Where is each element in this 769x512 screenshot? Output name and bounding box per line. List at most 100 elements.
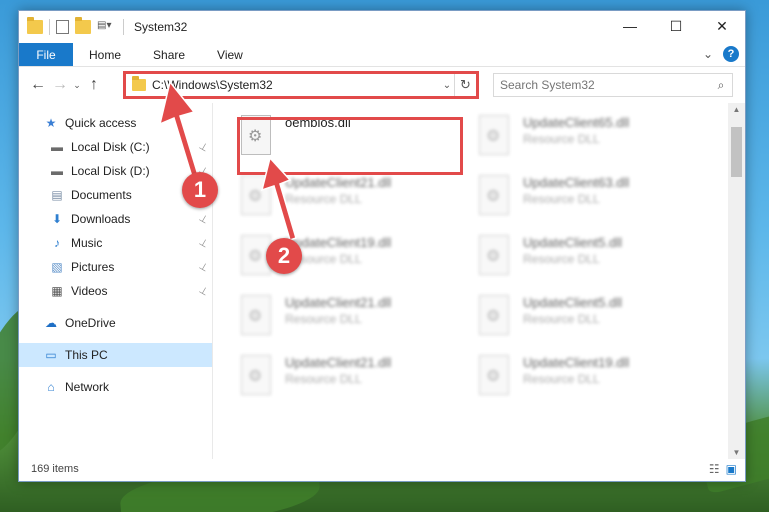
file-type: Resource DLL xyxy=(523,372,600,386)
sidebar-item-downloads[interactable]: ⬇ Downloads ⊥ xyxy=(19,207,212,231)
search-box[interactable]: ⌕ xyxy=(493,73,733,97)
dll-file-icon xyxy=(241,295,271,335)
tab-view[interactable]: View xyxy=(201,43,259,66)
sidebar-item-label: Videos xyxy=(71,284,108,298)
star-icon: ★ xyxy=(45,116,57,130)
customize-toolbar-icon[interactable]: ▤▾ xyxy=(97,20,117,34)
onedrive-icon: ☁ xyxy=(45,316,57,330)
close-button[interactable]: ✕ xyxy=(699,11,745,41)
sidebar-item-this-pc[interactable]: ▭ This PC xyxy=(19,343,212,367)
scroll-up-icon[interactable]: ▲ xyxy=(728,105,745,114)
network-icon: ⌂ xyxy=(47,380,55,394)
pin-icon[interactable]: ⊥ xyxy=(197,236,210,250)
sidebar-item-quick-access[interactable]: ★ Quick access xyxy=(19,111,212,135)
back-button[interactable]: ← xyxy=(27,76,49,94)
sidebar-item-music[interactable]: ♪ Music ⊥ xyxy=(19,231,212,255)
sidebar-item-network[interactable]: ⌂ Network xyxy=(19,375,212,399)
tab-share[interactable]: Share xyxy=(137,43,201,66)
sidebar-item-label: Local Disk (C:) xyxy=(71,140,150,154)
window-title: System32 xyxy=(134,20,188,34)
quick-access-toolbar: ▤▾ xyxy=(19,17,124,35)
search-icon[interactable]: ⌕ xyxy=(710,78,732,93)
file-item[interactable]: UpdateClient65.dll Resource DLL xyxy=(475,109,713,169)
sidebar-item-label: Local Disk (D:) xyxy=(71,164,150,178)
help-icon[interactable]: ? xyxy=(723,46,739,62)
file-text: UpdateClient21.dll Resource DLL xyxy=(285,175,391,206)
file-name: UpdateClient63.dll xyxy=(523,175,630,190)
window-controls: — ☐ ✕ xyxy=(607,11,745,41)
step-badge-1: 1 xyxy=(182,172,218,208)
file-item[interactable]: UpdateClient21.dll Resource DLL xyxy=(237,169,475,229)
file-name: UpdateClient21.dll xyxy=(285,175,392,190)
dll-file-icon xyxy=(479,175,509,215)
file-item[interactable]: UpdateClient19.dll Resource DLL xyxy=(475,349,713,409)
navigation-bar: ← → ⌄ ↑ C:\Windows\System32 ⌄ ↻ ⌕ xyxy=(19,67,745,103)
file-type: Resource DLL xyxy=(285,312,362,326)
sidebar-item-local-disk-d[interactable]: ▬ Local Disk (D:) ⊥ xyxy=(19,159,212,183)
forward-button[interactable]: → xyxy=(49,76,71,94)
this-pc-icon: ▭ xyxy=(45,348,57,362)
file-name: UpdateClient21.dll xyxy=(285,355,392,370)
tab-home[interactable]: Home xyxy=(73,43,137,66)
drive-icon: ▬ xyxy=(51,140,63,154)
pin-icon[interactable]: ⊥ xyxy=(197,284,210,298)
file-type: Resource DLL xyxy=(523,132,600,146)
title-bar: ▤▾ System32 — ☐ ✕ xyxy=(19,11,745,43)
maximize-button[interactable]: ☐ xyxy=(653,11,699,41)
divider xyxy=(123,19,124,35)
file-item[interactable]: UpdateClient5.dll Resource DLL xyxy=(475,229,713,289)
file-text: UpdateClient63.dll Resource DLL xyxy=(523,175,629,206)
item-count: 169 items xyxy=(31,463,79,475)
navigation-pane: ★ Quick access ▬ Local Disk (C:) ⊥ ▬ Local Dis… xyxy=(19,103,213,459)
drive-icon: ▬ xyxy=(51,164,63,178)
ribbon-right-controls: ⌄ ? xyxy=(703,46,739,62)
folder-icon xyxy=(27,17,43,34)
properties-icon[interactable] xyxy=(56,20,69,34)
minimize-button[interactable]: — xyxy=(607,11,653,41)
up-button[interactable]: ↑ xyxy=(83,76,105,94)
sidebar-item-label: Documents xyxy=(71,188,132,202)
pin-icon[interactable]: ⊥ xyxy=(197,260,210,274)
pin-icon[interactable]: ⊥ xyxy=(197,140,210,154)
scroll-down-icon[interactable]: ▼ xyxy=(728,448,745,457)
sidebar-item-pictures[interactable]: ▧ Pictures ⊥ xyxy=(19,255,212,279)
tab-file[interactable]: File xyxy=(19,43,73,66)
new-folder-icon[interactable] xyxy=(75,17,91,34)
vertical-scrollbar[interactable]: ▲ ▼ xyxy=(728,103,745,459)
search-input[interactable] xyxy=(500,78,710,92)
sidebar-item-label: Network xyxy=(65,380,110,394)
file-type: Resource DLL xyxy=(523,312,600,326)
large-icons-view-icon[interactable]: ▣ xyxy=(726,462,737,476)
file-type: Resource DLL xyxy=(523,252,600,266)
expand-ribbon-icon[interactable]: ⌄ xyxy=(703,47,713,61)
sidebar-item-onedrive[interactable]: ☁ OneDrive xyxy=(19,311,212,335)
pin-icon[interactable]: ⊥ xyxy=(197,212,210,226)
sidebar-item-label: Pictures xyxy=(71,260,115,274)
music-icon: ♪ xyxy=(54,236,60,250)
dll-file-icon xyxy=(479,295,509,335)
file-type: Resource DLL xyxy=(285,192,362,206)
file-text: UpdateClient5.dll Resource DLL xyxy=(523,235,622,266)
file-item[interactable]: UpdateClient63.dll Resource DLL xyxy=(475,169,713,229)
scrollbar-thumb[interactable] xyxy=(731,127,742,177)
sidebar-item-label: Downloads xyxy=(71,212,131,226)
recent-locations-button[interactable]: ⌄ xyxy=(71,80,83,91)
sidebar-item-videos[interactable]: ▦ Videos ⊥ xyxy=(19,279,212,303)
sidebar-item-label: Quick access xyxy=(65,116,137,130)
dll-file-icon xyxy=(241,355,271,395)
dll-file-icon xyxy=(479,235,509,275)
sidebar-item-local-disk-c[interactable]: ▬ Local Disk (C:) ⊥ xyxy=(19,135,212,159)
view-switcher: ☷ ▣ xyxy=(709,462,737,476)
file-name: UpdateClient65.dll xyxy=(523,115,630,130)
downloads-icon: ⬇ xyxy=(51,212,63,226)
file-type: Resource DLL xyxy=(523,192,600,206)
file-name: UpdateClient21.dll xyxy=(285,295,392,310)
dll-file-icon xyxy=(479,115,509,155)
step-badge-2: 2 xyxy=(266,238,302,274)
file-item[interactable]: UpdateClient21.dll Resource DLL xyxy=(237,349,475,409)
sidebar-item-label: Music xyxy=(71,236,103,250)
file-item[interactable]: UpdateClient5.dll Resource DLL xyxy=(475,289,713,349)
dll-file-icon xyxy=(479,355,509,395)
details-view-icon[interactable]: ☷ xyxy=(709,462,720,476)
file-item[interactable]: UpdateClient21.dll Resource DLL xyxy=(237,289,475,349)
